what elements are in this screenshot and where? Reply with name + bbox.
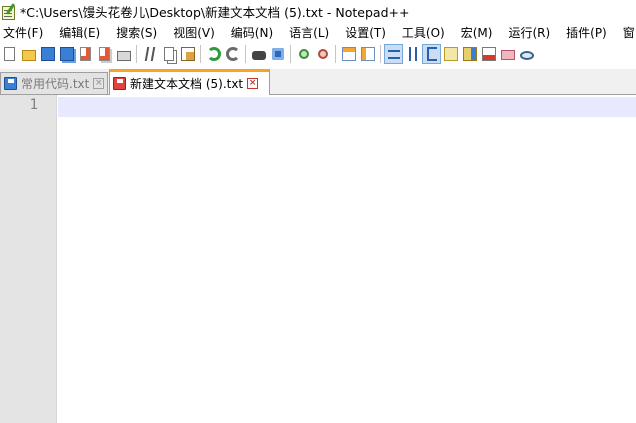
document-map-button[interactable] [460,44,479,64]
notepad-plus-plus-icon [1,3,17,20]
monitoring-button[interactable] [517,44,536,64]
zoom-out-icon [317,49,328,59]
save-icon [40,47,55,61]
close-button[interactable] [76,44,95,64]
toolbar-separator [136,45,137,63]
user-defined-language-icon [443,47,458,61]
save-all-button[interactable] [57,44,76,64]
tab-bar: 常用代码.txt × 新建文本文档 (5).txt × [0,69,636,95]
tab-changyong-daima[interactable]: 常用代码.txt × [0,72,108,94]
function-list-button[interactable] [479,44,498,64]
indent-guide-button[interactable] [422,44,441,64]
sync-horizontal-icon [360,47,375,61]
word-wrap-icon [387,49,400,59]
menu-edit[interactable]: 编辑(E) [59,24,100,41]
find-icon [251,51,266,60]
line-number: 1 [29,97,38,113]
user-defined-language-button[interactable] [441,44,460,64]
copy-button[interactable] [159,44,178,64]
toolbar [0,42,636,66]
menu-file[interactable]: 文件(F) [3,24,43,41]
show-all-characters-icon [408,47,417,61]
sync-vertical-button[interactable] [339,44,358,64]
new-file-button[interactable] [0,44,19,64]
unsaved-state-icon [113,77,126,90]
show-all-characters-button[interactable] [403,44,422,64]
toolbar-separator [290,45,291,63]
menu-settings[interactable]: 设置(T) [345,24,386,41]
undo-button[interactable] [204,44,223,64]
save-all-icon [59,47,74,61]
redo-button[interactable] [223,44,242,64]
editor-area[interactable]: 1 [0,95,636,423]
menu-view[interactable]: 视图(V) [173,24,215,41]
menu-window[interactable]: 窗口(W) [623,24,636,41]
function-list-icon [481,47,496,61]
word-wrap-button[interactable] [384,44,403,64]
toolbar-separator [380,45,381,63]
close-tab-icon[interactable]: × [93,78,105,89]
save-button[interactable] [38,44,57,64]
redo-icon [225,47,240,61]
toolbar-separator [335,45,336,63]
new-file-icon [4,47,15,61]
menu-language[interactable]: 语言(L) [289,24,329,41]
sync-horizontal-button[interactable] [358,44,377,64]
menu-search[interactable]: 搜索(S) [116,24,157,41]
document-map-icon [462,47,477,61]
open-file-icon [21,49,36,61]
close-all-icon [99,47,110,61]
title-bar[interactable]: *C:\Users\馒头花卷儿\Desktop\新建文本文档 (5).txt -… [0,0,636,22]
copy-icon [163,47,174,61]
line-number-gutter: 1 [0,95,57,423]
menu-run[interactable]: 运行(R) [508,24,550,41]
print-icon [116,50,131,61]
print-button[interactable] [114,44,133,64]
menu-macro[interactable]: 宏(M) [461,24,493,41]
sync-vertical-icon [341,47,356,61]
toolbar-separator [245,45,246,63]
zoom-in-button[interactable] [294,44,313,64]
toolbar-separator [200,45,201,63]
folder-as-workspace-icon [500,50,515,60]
menu-plugins[interactable]: 插件(P) [566,24,607,41]
find-button[interactable] [249,44,268,64]
replace-icon [271,48,284,60]
folder-as-workspace-button[interactable] [498,44,517,64]
cut-icon [144,47,155,61]
zoom-in-icon [298,49,309,59]
open-file-button[interactable] [19,44,38,64]
close-icon [80,47,91,61]
menu-tools[interactable]: 工具(O) [402,24,445,41]
replace-button[interactable] [268,44,287,64]
paste-icon [180,47,195,61]
cut-button[interactable] [140,44,159,64]
tab-label: 新建文本文档 (5).txt [130,77,244,91]
tab-new-text-document-5[interactable]: 新建文本文档 (5).txt × [109,69,270,95]
close-all-button[interactable] [95,44,114,64]
current-line-highlight[interactable] [58,97,636,117]
undo-icon [206,47,221,61]
monitoring-icon [519,50,534,60]
menu-bar: 文件(F) 编辑(E) 搜索(S) 视图(V) 编码(N) 语言(L) 设置(T… [0,22,636,42]
window-title: *C:\Users\馒头花卷儿\Desktop\新建文本文档 (5).txt -… [20,4,410,20]
close-tab-icon[interactable]: × [247,78,259,89]
paste-button[interactable] [178,44,197,64]
menu-encoding[interactable]: 编码(N) [231,24,273,41]
indent-guide-icon [426,47,437,61]
tab-label: 常用代码.txt [21,77,90,91]
save-state-icon [4,77,17,90]
zoom-out-button[interactable] [313,44,332,64]
